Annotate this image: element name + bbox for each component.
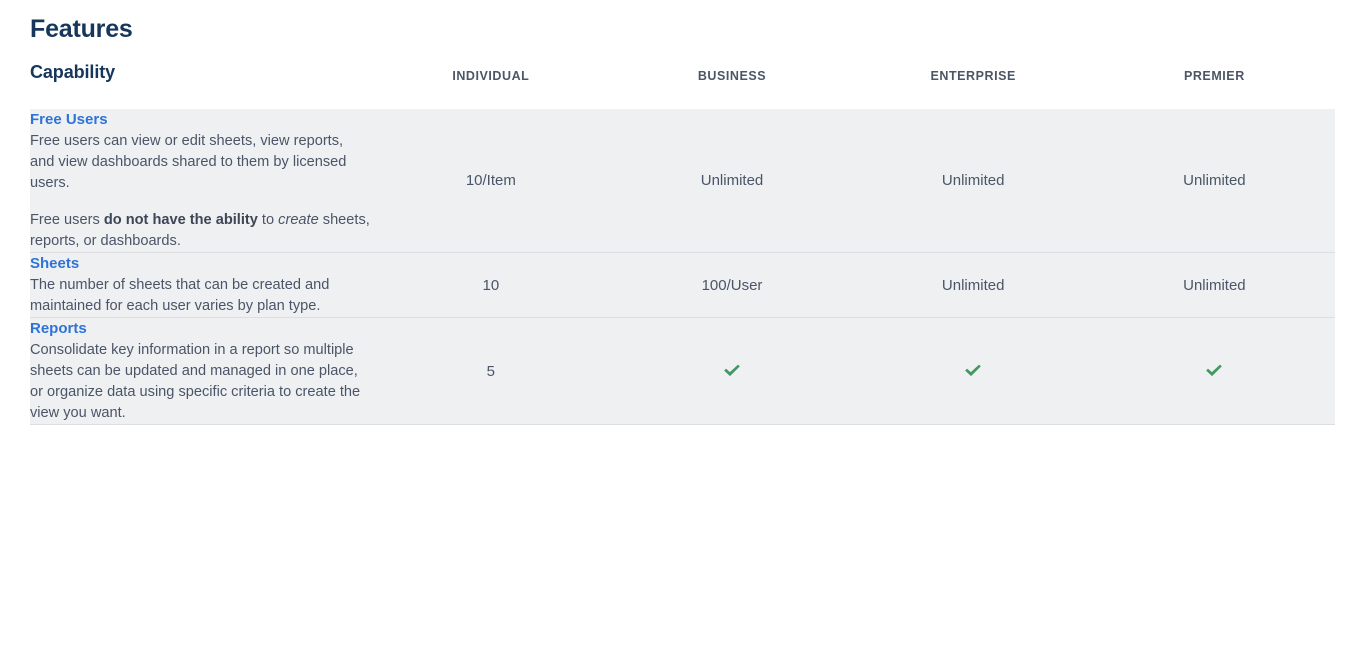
capability-cell: Free Users Free users can view or edit sh…: [30, 109, 370, 253]
value-text: Unlimited: [941, 172, 1005, 189]
value-cell-business: [611, 317, 853, 425]
check-icon: [963, 361, 983, 381]
feature-name-link[interactable]: Reports: [30, 318, 370, 339]
value-text: Unlimited: [700, 172, 764, 189]
column-header-individual: INDIVIDUAL: [370, 62, 612, 109]
feature-name-link[interactable]: Free Users: [30, 109, 370, 130]
table-header-row: Capability INDIVIDUAL BUSINESS ENTERPRIS…: [30, 62, 1335, 109]
feature-description: Consolidate key information in a report …: [30, 342, 361, 421]
table-header: Capability INDIVIDUAL BUSINESS ENTERPRIS…: [30, 62, 1335, 109]
check-icon: [722, 361, 742, 381]
column-header-premier: PREMIER: [1093, 62, 1335, 109]
value-cell-enterprise: [852, 317, 1094, 425]
feature-comparison-table: Capability INDIVIDUAL BUSINESS ENTERPRIS…: [30, 62, 1335, 425]
value-cell-premier: Unlimited: [1094, 109, 1335, 253]
page-title: Features: [30, 15, 133, 43]
value-text: 10/Item: [465, 172, 516, 189]
value-text: Unlimited: [1183, 276, 1246, 294]
value-cell-individual: 5: [370, 317, 612, 425]
value-text: Unlimited: [941, 276, 1005, 294]
feature-name-link[interactable]: Sheets: [30, 253, 370, 274]
table-row: Free Users Free users can view or edit sh…: [30, 109, 1335, 253]
column-header-enterprise: ENTERPRISE: [852, 62, 1094, 109]
value-text: 5: [486, 362, 495, 380]
value-text: Unlimited: [1183, 172, 1246, 189]
value-cell-premier: Unlimited: [1093, 252, 1335, 318]
value-text: 10: [482, 276, 500, 294]
value-cell-enterprise: Unlimited: [852, 252, 1094, 318]
value-cell-business: 100/User: [611, 252, 853, 318]
features-page: Features Capability INDIVIDUAL BUSINESS …: [0, 0, 1358, 654]
check-icon: [1204, 361, 1224, 381]
feature-description: Free users do not have the ability to cr…: [30, 212, 370, 249]
value-cell-individual: 10/Item: [370, 109, 611, 253]
column-header-capability: Capability: [30, 62, 371, 109]
value-cell-enterprise: Unlimited: [853, 109, 1094, 253]
table-row: Sheets The number of sheets that can be c…: [30, 252, 1335, 318]
value-cell-business: Unlimited: [611, 109, 852, 253]
table-body: Free Users Free users can view or edit sh…: [30, 109, 1335, 425]
feature-description: Free users can view or edit sheets, view…: [30, 133, 347, 191]
value-cell-premier: [1093, 317, 1335, 425]
table-row: Reports Consolidate key information in a …: [30, 317, 1335, 425]
value-text: 100/User: [701, 276, 763, 294]
feature-description: The number of sheets that can be created…: [30, 277, 330, 314]
capability-cell: Sheets The number of sheets that can be c…: [30, 252, 371, 318]
capability-cell: Reports Consolidate key information in a …: [30, 317, 371, 425]
value-cell-individual: 10: [370, 252, 612, 318]
column-header-business: BUSINESS: [611, 62, 853, 109]
